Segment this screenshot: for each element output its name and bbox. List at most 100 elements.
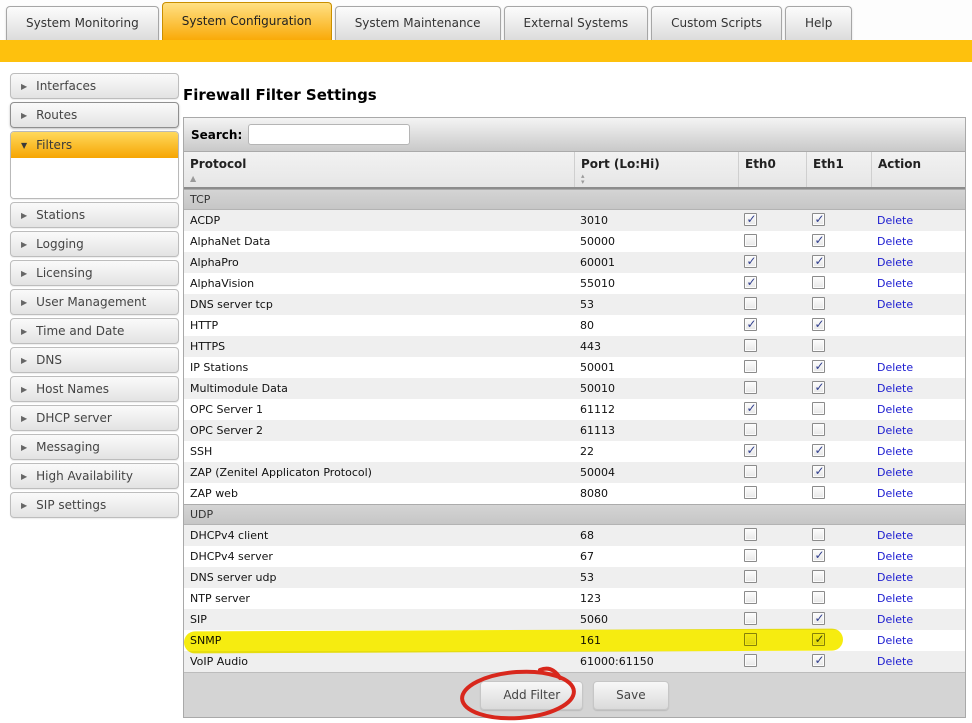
sidebar-item-stations[interactable]: ▶ Stations (10, 202, 179, 228)
action-cell: Delete (871, 571, 965, 584)
delete-link[interactable]: Delete (877, 298, 913, 311)
eth1-checkbox[interactable] (812, 360, 825, 373)
delete-link[interactable]: Delete (877, 634, 913, 647)
sidebar-item-messaging[interactable]: ▶ Messaging (10, 434, 179, 460)
sidebar-accordion-body (11, 158, 178, 198)
eth1-checkbox[interactable] (812, 633, 825, 646)
tab-system-monitoring[interactable]: System Monitoring (6, 6, 159, 40)
eth1-checkbox[interactable] (812, 549, 825, 562)
delete-link[interactable]: Delete (877, 277, 913, 290)
eth0-checkbox[interactable] (744, 465, 757, 478)
delete-link[interactable]: Delete (877, 529, 913, 542)
delete-link[interactable]: Delete (877, 571, 913, 584)
sidebar-item-filters[interactable]: ▼ Filters (11, 132, 178, 158)
eth1-checkbox[interactable] (812, 591, 825, 604)
delete-link[interactable]: Delete (877, 214, 913, 227)
chevron-right-icon: ▶ (21, 356, 27, 365)
eth0-checkbox[interactable] (744, 528, 757, 541)
eth0-checkbox[interactable] (744, 360, 757, 373)
tab-custom-scripts[interactable]: Custom Scripts (651, 6, 782, 40)
eth0-checkbox[interactable] (744, 255, 757, 268)
protocol-cell: NTP server (184, 592, 574, 605)
eth1-checkbox[interactable] (812, 465, 825, 478)
eth0-checkbox[interactable] (744, 591, 757, 604)
delete-link[interactable]: Delete (877, 361, 913, 374)
eth0-checkbox[interactable] (744, 570, 757, 583)
eth0-checkbox[interactable] (744, 213, 757, 226)
eth0-checkbox[interactable] (744, 549, 757, 562)
eth1-checkbox[interactable] (812, 318, 825, 331)
delete-link[interactable]: Delete (877, 655, 913, 668)
sidebar-item-user-management[interactable]: ▶ User Management (10, 289, 179, 315)
eth0-checkbox[interactable] (744, 654, 757, 667)
sidebar-item-logging[interactable]: ▶ Logging (10, 231, 179, 257)
eth1-checkbox[interactable] (812, 297, 825, 310)
search-input[interactable] (248, 124, 410, 145)
port-cell: 68 (574, 529, 738, 542)
eth1-checkbox[interactable] (812, 213, 825, 226)
tab-help[interactable]: Help (785, 6, 852, 40)
sidebar-item-interfaces[interactable]: ▶ Interfaces (10, 73, 179, 99)
protocol-cell: SNMP (184, 634, 574, 647)
delete-link[interactable]: Delete (877, 382, 913, 395)
sidebar-item-time-and-date[interactable]: ▶ Time and Date (10, 318, 179, 344)
eth1-checkbox[interactable] (812, 276, 825, 289)
eth0-checkbox[interactable] (744, 339, 757, 352)
eth0-checkbox[interactable] (744, 486, 757, 499)
delete-link[interactable]: Delete (877, 550, 913, 563)
eth1-checkbox[interactable] (812, 255, 825, 268)
eth1-checkbox[interactable] (812, 339, 825, 352)
eth0-checkbox[interactable] (744, 297, 757, 310)
column-header-protocol[interactable]: Protocol ▲ (184, 152, 574, 187)
eth0-checkbox[interactable] (744, 402, 757, 415)
eth1-checkbox[interactable] (812, 444, 825, 457)
sidebar-item-sip-settings[interactable]: ▶ SIP settings (10, 492, 179, 518)
delete-link[interactable]: Delete (877, 613, 913, 626)
eth0-checkbox[interactable] (744, 234, 757, 247)
eth0-checkbox[interactable] (744, 423, 757, 436)
delete-link[interactable]: Delete (877, 256, 913, 269)
delete-link[interactable]: Delete (877, 445, 913, 458)
eth1-checkbox[interactable] (812, 234, 825, 247)
firewall-settings-page: System MonitoringSystem ConfigurationSys… (0, 0, 972, 723)
action-cell: Delete (871, 550, 965, 563)
sidebar-item-label: Routes (36, 108, 77, 122)
eth1-checkbox[interactable] (812, 612, 825, 625)
sidebar-item-dns[interactable]: ▶ DNS (10, 347, 179, 373)
eth1-checkbox[interactable] (812, 402, 825, 415)
tab-system-configuration[interactable]: System Configuration (162, 2, 332, 40)
eth0-checkbox[interactable] (744, 318, 757, 331)
eth0-checkbox[interactable] (744, 381, 757, 394)
eth1-checkbox[interactable] (812, 381, 825, 394)
delete-link[interactable]: Delete (877, 592, 913, 605)
eth0-checkbox[interactable] (744, 444, 757, 457)
tab-system-maintenance[interactable]: System Maintenance (335, 6, 501, 40)
table-row: HTTPS 443 (184, 336, 965, 357)
eth1-checkbox[interactable] (812, 570, 825, 583)
sidebar-item-high-availability[interactable]: ▶ High Availability (10, 463, 179, 489)
action-cell: Delete (871, 466, 965, 479)
port-cell: 443 (574, 340, 738, 353)
add-filter-button[interactable]: Add Filter (480, 681, 583, 710)
eth1-checkbox[interactable] (812, 654, 825, 667)
eth1-checkbox[interactable] (812, 486, 825, 499)
save-button[interactable]: Save (593, 681, 668, 710)
column-header-port[interactable]: Port (Lo:Hi) ▴▾ (574, 152, 738, 187)
delete-link[interactable]: Delete (877, 466, 913, 479)
port-cell: 161 (574, 634, 738, 647)
sidebar-item-licensing[interactable]: ▶ Licensing (10, 260, 179, 286)
tab-external-systems[interactable]: External Systems (504, 6, 649, 40)
eth0-checkbox[interactable] (744, 633, 757, 646)
sidebar-item-dhcp-server[interactable]: ▶ DHCP server (10, 405, 179, 431)
delete-link[interactable]: Delete (877, 424, 913, 437)
delete-link[interactable]: Delete (877, 235, 913, 248)
protocol-cell: ACDP (184, 214, 574, 227)
eth0-checkbox[interactable] (744, 276, 757, 289)
sidebar-item-routes[interactable]: ▶ Routes (10, 102, 179, 128)
eth1-checkbox[interactable] (812, 423, 825, 436)
eth0-checkbox[interactable] (744, 612, 757, 625)
delete-link[interactable]: Delete (877, 403, 913, 416)
delete-link[interactable]: Delete (877, 487, 913, 500)
eth1-checkbox[interactable] (812, 528, 825, 541)
sidebar-item-host-names[interactable]: ▶ Host Names (10, 376, 179, 402)
